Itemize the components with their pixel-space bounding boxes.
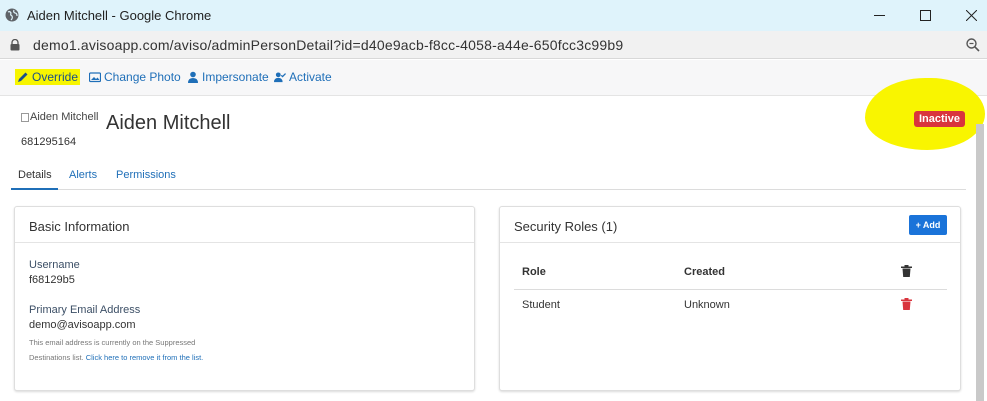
- delete-role-icon[interactable]: [901, 298, 912, 310]
- card-title: Basic Information: [29, 219, 130, 234]
- change-photo-label: Change Photo: [104, 70, 181, 84]
- email-label: Primary Email Address: [29, 304, 141, 316]
- add-label: Add: [922, 220, 941, 230]
- pencil-icon: [18, 72, 28, 82]
- column-header-created: Created: [684, 266, 725, 278]
- username-label: Username: [29, 259, 80, 271]
- avatar: Aiden Mitchell: [21, 111, 98, 123]
- globe-icon: [5, 8, 19, 22]
- tab-bar: Details Alerts Permissions: [11, 164, 966, 190]
- close-icon[interactable]: [948, 0, 987, 31]
- page-title: Aiden Mitchell: [106, 112, 231, 134]
- basic-information-card: Basic Information Username f68129b5 Prim…: [14, 206, 475, 391]
- remove-suppression-link[interactable]: Click here to remove it from the list.: [86, 353, 204, 362]
- action-toolbar: Override Change Photo Impersonate Activa…: [0, 60, 987, 96]
- change-photo-button[interactable]: Change Photo: [89, 70, 181, 84]
- person-id: 681295164: [21, 136, 77, 148]
- plus-icon: +: [915, 220, 921, 230]
- override-label: Override: [32, 70, 79, 84]
- window-titlebar: Aiden Mitchell - Google Chrome: [0, 0, 987, 31]
- add-role-button[interactable]: + Add: [909, 215, 947, 235]
- scrollbar[interactable]: [976, 124, 984, 401]
- table-divider: [514, 289, 947, 290]
- minimize-icon[interactable]: [856, 0, 902, 31]
- image-icon: [89, 72, 101, 83]
- url-text[interactable]: demo1.avisoapp.com/aviso/adminPersonDeta…: [33, 37, 623, 53]
- suppressed-note: This email address is currently on the S…: [29, 338, 196, 347]
- security-roles-card: Security Roles (1) + Add Role Created St…: [499, 206, 961, 391]
- override-button[interactable]: Override: [15, 69, 81, 85]
- active-tab-indicator: [11, 188, 58, 190]
- username-value: f68129b5: [29, 274, 75, 286]
- card-title: Security Roles (1): [514, 219, 618, 234]
- user-icon: [188, 71, 198, 83]
- role-cell: Student: [522, 299, 560, 311]
- lock-icon: [10, 39, 20, 51]
- suppressed-note-cont: Destinations list. Click here to remove …: [29, 353, 203, 362]
- broken-image-icon: [21, 112, 29, 122]
- created-cell: Unknown: [684, 299, 730, 311]
- activate-label: Activate: [289, 70, 332, 84]
- tab-details[interactable]: Details: [18, 169, 52, 181]
- tab-alerts[interactable]: Alerts: [69, 169, 97, 181]
- column-header-role: Role: [522, 266, 546, 278]
- user-check-icon: [274, 72, 286, 83]
- card-header: Security Roles (1) + Add: [500, 207, 960, 243]
- activate-button[interactable]: Activate: [274, 70, 332, 84]
- tab-permissions[interactable]: Permissions: [116, 169, 176, 181]
- suppressed-note-text: Destinations list.: [29, 353, 84, 362]
- trash-icon: [901, 265, 912, 277]
- address-bar[interactable]: demo1.avisoapp.com/aviso/adminPersonDeta…: [0, 31, 987, 59]
- card-header: Basic Information: [15, 207, 474, 243]
- zoom-icon[interactable]: [966, 38, 980, 52]
- impersonate-button[interactable]: Impersonate: [187, 70, 269, 84]
- impersonate-label: Impersonate: [202, 70, 269, 84]
- avatar-alt-text: Aiden Mitchell: [30, 111, 99, 123]
- window-title: Aiden Mitchell - Google Chrome: [27, 8, 212, 23]
- email-value: demo@avisoapp.com: [29, 319, 136, 331]
- status-badge: Inactive: [914, 111, 965, 127]
- maximize-icon[interactable]: [902, 0, 948, 31]
